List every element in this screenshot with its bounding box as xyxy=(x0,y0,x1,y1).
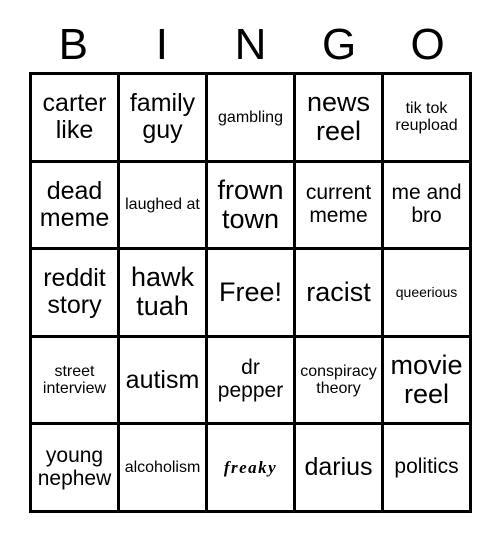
bingo-cell-label: family guy xyxy=(129,89,196,145)
bingo-cell-label: hawk tuah xyxy=(130,262,195,322)
bingo-header-letter-o: O xyxy=(410,19,445,69)
bingo-cell-label: movie reel xyxy=(390,349,463,410)
bingo-header-letter-i: I xyxy=(155,19,168,69)
bingo-cell-label: carter like xyxy=(42,89,107,145)
bingo-cell[interactable]: politics xyxy=(384,425,472,513)
bingo-cell[interactable]: tik tok reupload xyxy=(384,75,472,163)
bingo-header-letter-g: G xyxy=(321,19,357,69)
bingo-cell[interactable]: street interview xyxy=(32,337,120,426)
bingo-cell-label: dr pepper xyxy=(217,356,284,403)
bingo-header-row: B I N G O xyxy=(29,17,472,72)
bingo-cell-label: young nephew xyxy=(37,444,112,490)
bingo-cell[interactable]: current meme xyxy=(296,162,384,251)
bingo-cell[interactable]: reddit story xyxy=(32,250,120,338)
bingo-cell-label: tik tok reupload xyxy=(395,100,458,135)
bingo-grid: carter like family guy gambling news ree… xyxy=(29,72,472,513)
bingo-cell-label: autism xyxy=(125,365,200,394)
bingo-cell[interactable]: autism xyxy=(120,337,208,426)
bingo-cell[interactable]: family guy xyxy=(120,75,208,163)
bingo-cell[interactable]: young nephew xyxy=(32,425,120,513)
bingo-cell-label: reddit story xyxy=(43,264,106,320)
bingo-cell[interactable]: dead meme xyxy=(32,162,120,251)
bingo-cell[interactable]: news reel xyxy=(296,75,384,163)
bingo-cell-label: gambling xyxy=(218,108,283,126)
bingo-cell-label: politics xyxy=(394,455,459,479)
bingo-cell[interactable]: me and bro xyxy=(384,162,472,251)
bingo-cell-label: Free! xyxy=(218,276,283,307)
bingo-cell[interactable]: frown town xyxy=(208,162,296,251)
bingo-cell-label: street interview xyxy=(42,362,107,398)
bingo-cell-label: alcoholism xyxy=(124,459,201,477)
bingo-cell[interactable]: queerious xyxy=(384,250,472,338)
bingo-cell-label: frown town xyxy=(217,174,284,234)
bingo-cell-label: freaky xyxy=(223,457,278,477)
bingo-cell-label: news reel xyxy=(306,87,371,147)
bingo-cell-label: me and bro xyxy=(391,181,462,227)
bingo-cell[interactable]: carter like xyxy=(32,75,120,163)
bingo-cell-free[interactable]: Free! xyxy=(208,250,296,338)
bingo-cell[interactable]: laughed at xyxy=(120,162,208,251)
bingo-cell-label: laughed at xyxy=(125,196,200,214)
bingo-cell[interactable]: freaky xyxy=(208,425,296,513)
bingo-cell[interactable]: hawk tuah xyxy=(120,250,208,338)
bingo-cell-label: racist xyxy=(306,276,371,307)
bingo-card: B I N G O carter like family guy gamblin… xyxy=(0,0,501,544)
bingo-cell[interactable]: racist xyxy=(296,250,384,338)
bingo-cell[interactable]: darius xyxy=(296,425,384,513)
bingo-cell-label: queerious xyxy=(395,283,458,300)
bingo-cell-label: dead meme xyxy=(39,176,110,232)
bingo-header-letter-b: B xyxy=(58,19,88,69)
bingo-cell[interactable]: gambling xyxy=(208,75,296,163)
bingo-cell[interactable]: alcoholism xyxy=(120,425,208,513)
bingo-cell-label: conspiracy theory xyxy=(300,362,377,398)
bingo-cell[interactable]: dr pepper xyxy=(208,337,296,426)
bingo-cell-label: darius xyxy=(304,453,373,482)
bingo-cell[interactable]: movie reel xyxy=(384,337,472,426)
bingo-cell-label: current meme xyxy=(305,181,372,227)
bingo-header-letter-n: N xyxy=(234,19,267,69)
bingo-cell[interactable]: conspiracy theory xyxy=(296,337,384,426)
